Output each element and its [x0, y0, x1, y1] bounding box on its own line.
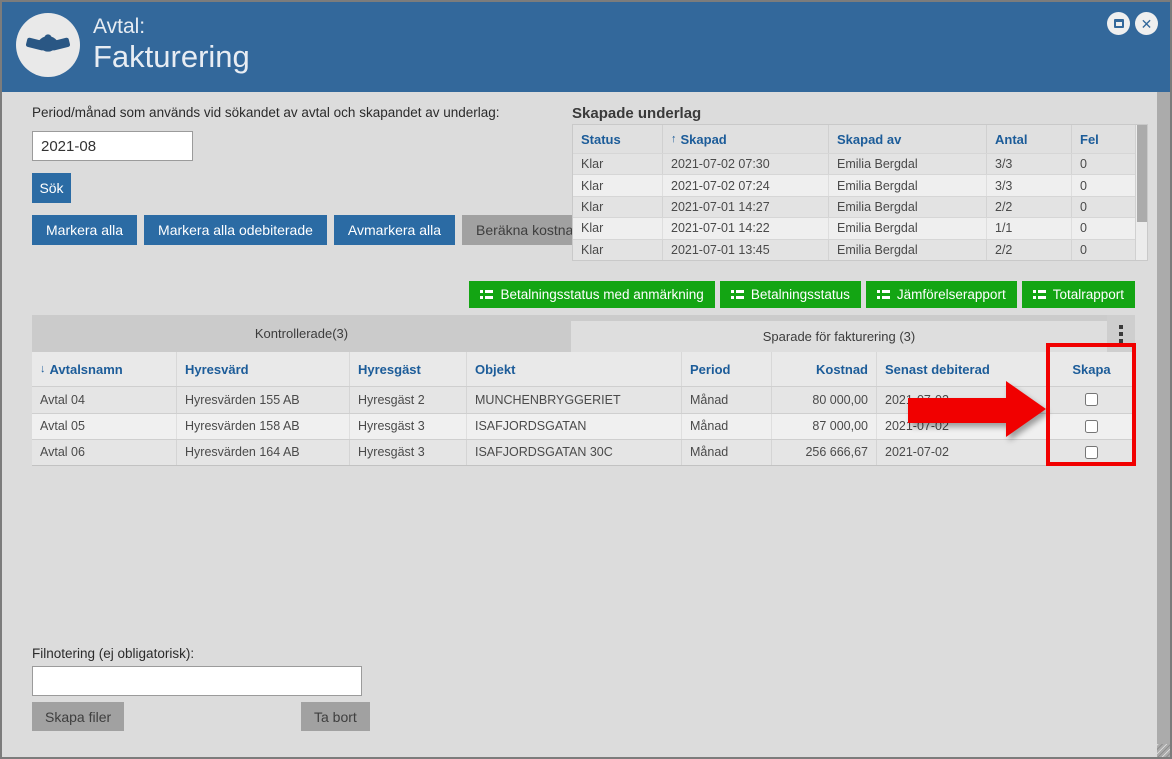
- contract-row[interactable]: Avtal 04 Hyresvärden 155 AB Hyresgäst 2 …: [32, 386, 1135, 413]
- report-list-icon: [480, 289, 493, 300]
- report-list-icon: [877, 289, 890, 300]
- contracts-header: ↓Avtalsnamn Hyresvärd Hyresgäst Objekt P…: [32, 352, 1135, 386]
- deselect-all-button[interactable]: Avmarkera alla: [334, 215, 455, 245]
- report-list-icon: [1033, 289, 1046, 300]
- column-header-skapad-av[interactable]: Skapad av: [829, 125, 987, 153]
- period-label: Period/månad som används vid sökandet av…: [32, 105, 500, 120]
- column-header-hyresvard[interactable]: Hyresvärd: [177, 352, 350, 386]
- column-header-objekt[interactable]: Objekt: [467, 352, 682, 386]
- total-report-button[interactable]: Totalrapport: [1022, 281, 1135, 308]
- kebab-dot: [1119, 339, 1123, 343]
- table-row[interactable]: Klar 2021-07-01 13:45 Emilia Bergdal 2/2…: [573, 239, 1147, 260]
- handshake-icon: [25, 20, 71, 71]
- page-title-large: Fakturering: [93, 39, 250, 75]
- created-basis-header: Status ↑Skapad Skapad av Antal Fel: [573, 125, 1147, 153]
- column-header-avtalsnamn[interactable]: ↓Avtalsnamn: [32, 352, 177, 386]
- contract-row[interactable]: Avtal 05 Hyresvärden 158 AB Hyresgäst 3 …: [32, 413, 1135, 440]
- close-button[interactable]: ✕: [1135, 12, 1158, 35]
- report-list-icon: [731, 289, 744, 300]
- column-header-period[interactable]: Period: [682, 352, 772, 386]
- table-row[interactable]: Klar 2021-07-01 14:22 Emilia Bergdal 1/1…: [573, 217, 1147, 238]
- column-header-status[interactable]: Status: [573, 125, 663, 153]
- skapa-checkbox[interactable]: [1085, 420, 1098, 433]
- table-scrollbar[interactable]: [1135, 125, 1147, 260]
- select-all-button[interactable]: Markera alla: [32, 215, 137, 245]
- selection-buttons: Markera alla Markera alla odebiterade Av…: [32, 215, 608, 245]
- tab-overflow-menu[interactable]: [1107, 315, 1135, 352]
- table-row[interactable]: Klar 2021-07-02 07:30 Emilia Bergdal 3/3…: [573, 153, 1147, 174]
- column-header-hyresgast[interactable]: Hyresgäst: [350, 352, 467, 386]
- payment-status-button[interactable]: Betalningsstatus: [720, 281, 861, 308]
- close-icon: ✕: [1141, 17, 1153, 31]
- maximize-icon: [1114, 19, 1124, 28]
- scrollbar-thumb[interactable]: [1137, 125, 1147, 222]
- app-window: Avtal: Fakturering ✕ Period/månad som an…: [0, 0, 1172, 759]
- select-all-unbilled-button[interactable]: Markera alla odebiterade: [144, 215, 327, 245]
- maximize-button[interactable]: [1107, 12, 1130, 35]
- tab-sparade-for-fakturering[interactable]: Sparade för fakturering (3): [571, 321, 1107, 352]
- tab-kontrollerade[interactable]: Kontrollerade(3): [32, 315, 571, 352]
- skapa-checkbox[interactable]: [1085, 393, 1098, 406]
- app-logo: [16, 13, 80, 77]
- sort-ascending-icon: ↑: [671, 133, 677, 145]
- column-header-skapa[interactable]: Skapa: [1048, 352, 1135, 386]
- contracts-table: ↓Avtalsnamn Hyresvärd Hyresgäst Objekt P…: [32, 352, 1135, 466]
- skapa-checkbox[interactable]: [1085, 446, 1098, 459]
- column-header-kostnad[interactable]: Kostnad: [772, 352, 877, 386]
- resize-grip[interactable]: [1157, 744, 1170, 757]
- table-row[interactable]: Klar 2021-07-01 14:27 Emilia Bergdal 2/2…: [573, 196, 1147, 217]
- window-right-edge: [1157, 92, 1170, 757]
- contract-row[interactable]: Avtal 06 Hyresvärden 164 AB Hyresgäst 3 …: [32, 439, 1135, 466]
- create-files-button[interactable]: Skapa filer: [32, 702, 124, 731]
- titlebar: Avtal: Fakturering ✕: [2, 2, 1170, 92]
- created-basis-title: Skapade underlag: [572, 105, 701, 122]
- window-controls: ✕: [1107, 12, 1158, 35]
- column-header-skapad[interactable]: ↑Skapad: [663, 125, 829, 153]
- sort-descending-icon: ↓: [40, 363, 46, 375]
- delete-button[interactable]: Ta bort: [301, 702, 370, 731]
- search-button[interactable]: Sök: [32, 173, 71, 203]
- page-title-small: Avtal:: [93, 15, 250, 39]
- tab-bar: Kontrollerade(3) Sparade för fakturering…: [32, 315, 1135, 352]
- page-title: Avtal: Fakturering: [93, 15, 250, 75]
- report-buttons: Betalningsstatus med anmärkning Betalnin…: [572, 281, 1135, 308]
- comparison-report-button[interactable]: Jämförelserapport: [866, 281, 1017, 308]
- table-row[interactable]: Klar 2021-07-02 07:24 Emilia Bergdal 3/3…: [573, 174, 1147, 195]
- column-header-senast-debiterad[interactable]: Senast debiterad: [877, 352, 1048, 386]
- file-note-input[interactable]: [32, 666, 362, 696]
- file-note-label: Filnotering (ej obligatorisk):: [32, 646, 194, 661]
- payment-status-with-remark-button[interactable]: Betalningsstatus med anmärkning: [469, 281, 714, 308]
- kebab-dot: [1119, 332, 1123, 336]
- created-basis-table: Status ↑Skapad Skapad av Antal Fel Klar …: [572, 124, 1148, 261]
- period-input[interactable]: [32, 131, 193, 161]
- kebab-dot: [1119, 325, 1123, 329]
- column-header-antal[interactable]: Antal: [987, 125, 1072, 153]
